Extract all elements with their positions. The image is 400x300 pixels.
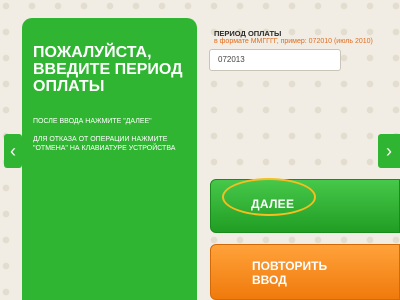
- chevron-right-icon[interactable]: ›: [378, 134, 400, 168]
- period-format-example: в формате ММГГГГ, пример: 072010 (июль 2…: [214, 38, 373, 45]
- highlight-ring: [222, 178, 316, 216]
- hint-cancel-text: ДЛЯ ОТКАЗА ОТ ОПЕРАЦИИ НАЖМИТЕ "ОТМЕНА" …: [33, 136, 176, 152]
- retry-input-button[interactable]: ПОВТОРИТЬ ВВОД: [210, 244, 400, 300]
- page-title: ПОЖАЛУЙСТА, ВВЕДИТЕ ПЕРИОД ОПЛАТЫ: [33, 44, 183, 95]
- period-input[interactable]: 072013: [209, 49, 341, 71]
- hint-next-text: ПОСЛЕ ВВОДА НАЖМИТЕ "ДАЛЕЕ": [33, 118, 152, 125]
- period-field-label: ПЕРИОД ОПЛАТЫ: [214, 29, 282, 38]
- retry-button-label: ПОВТОРИТЬ ВВОД: [252, 259, 328, 287]
- instruction-panel: ПОЖАЛУЙСТА, ВВЕДИТЕ ПЕРИОД ОПЛАТЫ ПОСЛЕ …: [22, 18, 197, 300]
- chevron-left-icon[interactable]: ‹: [4, 134, 22, 168]
